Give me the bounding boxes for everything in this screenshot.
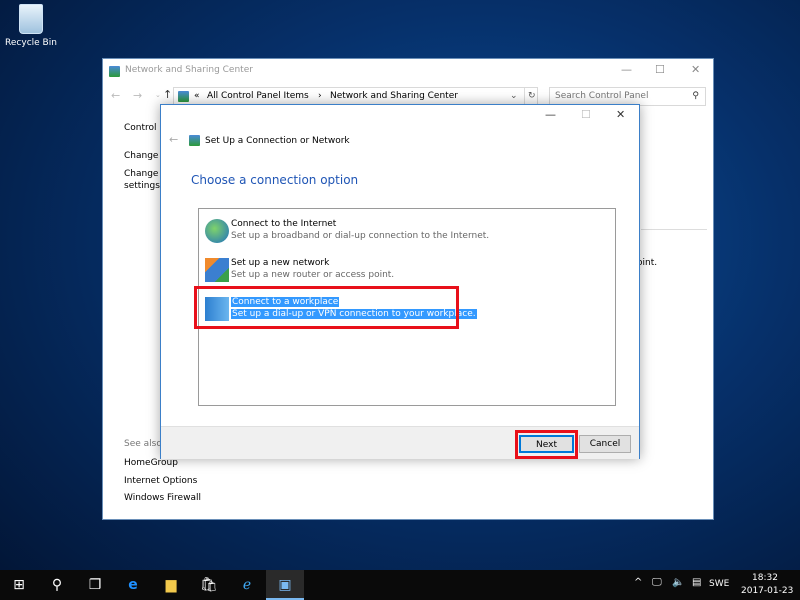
recycle-bin-icon bbox=[19, 4, 43, 34]
internet-explorer-icon[interactable]: ℯ bbox=[228, 570, 266, 600]
taskbar: ⊞ ⚲ ❐ e ▆ 🛍 ℯ ▣ ^ 🖵 🔈 ▤ SWE 18:32 2017-0… bbox=[0, 570, 800, 600]
annotation-highlight-next bbox=[515, 430, 578, 459]
network-tray-icon[interactable]: 🖵 bbox=[652, 577, 662, 588]
link-internet-options[interactable]: Internet Options bbox=[124, 476, 197, 486]
setup-connection-dialog: — ☐ ✕ ← Set Up a Connection or Network C… bbox=[160, 104, 640, 459]
globe-icon bbox=[205, 219, 229, 243]
window-title: Network and Sharing Center bbox=[125, 65, 253, 75]
cancel-button[interactable]: Cancel bbox=[579, 435, 631, 453]
breadcrumb-network-center[interactable]: Network and Sharing Center bbox=[330, 88, 458, 105]
left-link-control-panel-home[interactable]: Control P bbox=[124, 123, 165, 133]
edge-icon[interactable]: e bbox=[114, 570, 152, 600]
option-connect-internet[interactable]: Connect to the Internet Set up a broadba… bbox=[203, 215, 613, 249]
left-link-settings[interactable]: settings bbox=[124, 181, 160, 191]
maximize-button[interactable]: ☐ bbox=[655, 63, 665, 76]
minimize-button[interactable]: — bbox=[621, 63, 632, 76]
close-button[interactable]: ✕ bbox=[691, 63, 700, 76]
start-windows-icon[interactable]: ⊞ bbox=[0, 570, 38, 600]
see-also-label: See also bbox=[124, 439, 162, 449]
file-explorer-icon[interactable]: ▆ bbox=[152, 570, 190, 600]
divider bbox=[641, 229, 707, 230]
body-text-fragment: oint. bbox=[637, 258, 658, 268]
task-view-icon[interactable]: ❐ bbox=[76, 570, 114, 600]
control-panel-taskbar-icon[interactable]: ▣ bbox=[266, 570, 304, 600]
store-icon[interactable]: 🛍 bbox=[190, 570, 228, 600]
annotation-highlight-workplace bbox=[194, 286, 459, 329]
search-icon[interactable]: ⚲ bbox=[692, 88, 699, 105]
search-icon[interactable]: ⚲ bbox=[38, 570, 76, 600]
recent-chevron-icon[interactable]: ⌄ bbox=[155, 91, 161, 99]
language-indicator[interactable]: SWE bbox=[709, 579, 729, 589]
minimize-button[interactable]: — bbox=[545, 108, 556, 121]
network-icon bbox=[178, 91, 189, 102]
clock-date[interactable]: 2017-01-23 bbox=[741, 586, 793, 596]
recycle-bin[interactable]: Recycle Bin bbox=[5, 4, 57, 48]
option-title: Connect to the Internet bbox=[231, 219, 337, 229]
link-homegroup[interactable]: HomeGroup bbox=[124, 458, 178, 468]
maximize-button: ☐ bbox=[581, 108, 591, 121]
breadcrumb-separator: › bbox=[318, 91, 322, 101]
show-hidden-icons-chevron-icon[interactable]: ^ bbox=[634, 577, 642, 588]
dialog-title: Set Up a Connection or Network bbox=[205, 136, 350, 146]
option-description: Set up a new router or access point. bbox=[231, 270, 395, 280]
network-icon bbox=[109, 66, 120, 77]
close-button[interactable]: ✕ bbox=[616, 108, 625, 121]
back-icon[interactable]: ← bbox=[169, 133, 178, 146]
action-center-icon[interactable]: ▤ bbox=[692, 577, 701, 588]
network-setup-icon bbox=[189, 135, 200, 146]
breadcrumb-all-items[interactable]: All Control Panel Items bbox=[207, 88, 309, 105]
router-icon bbox=[205, 258, 229, 282]
refresh-icon[interactable]: ↻ bbox=[524, 88, 536, 105]
forward-icon[interactable]: → bbox=[133, 89, 142, 102]
link-windows-firewall[interactable]: Windows Firewall bbox=[124, 493, 201, 503]
dropdown-icon[interactable]: ⌄ bbox=[510, 88, 518, 105]
search-placeholder: Search Control Panel bbox=[555, 91, 649, 101]
up-icon[interactable]: ↑ bbox=[163, 88, 172, 101]
page-heading: Choose a connection option bbox=[191, 173, 359, 187]
option-description: Set up a broadband or dial-up connection… bbox=[231, 231, 490, 241]
option-new-network[interactable]: Set up a new network Set up a new router… bbox=[203, 254, 613, 288]
dialog-footer: Next Cancel bbox=[161, 426, 639, 459]
back-icon[interactable]: ← bbox=[111, 89, 120, 102]
clock-time[interactable]: 18:32 bbox=[752, 573, 778, 583]
breadcrumb-overflow[interactable]: « bbox=[194, 88, 200, 105]
recycle-bin-label: Recycle Bin bbox=[5, 38, 57, 48]
volume-icon[interactable]: 🔈 bbox=[672, 577, 684, 588]
option-title: Set up a new network bbox=[231, 258, 330, 268]
